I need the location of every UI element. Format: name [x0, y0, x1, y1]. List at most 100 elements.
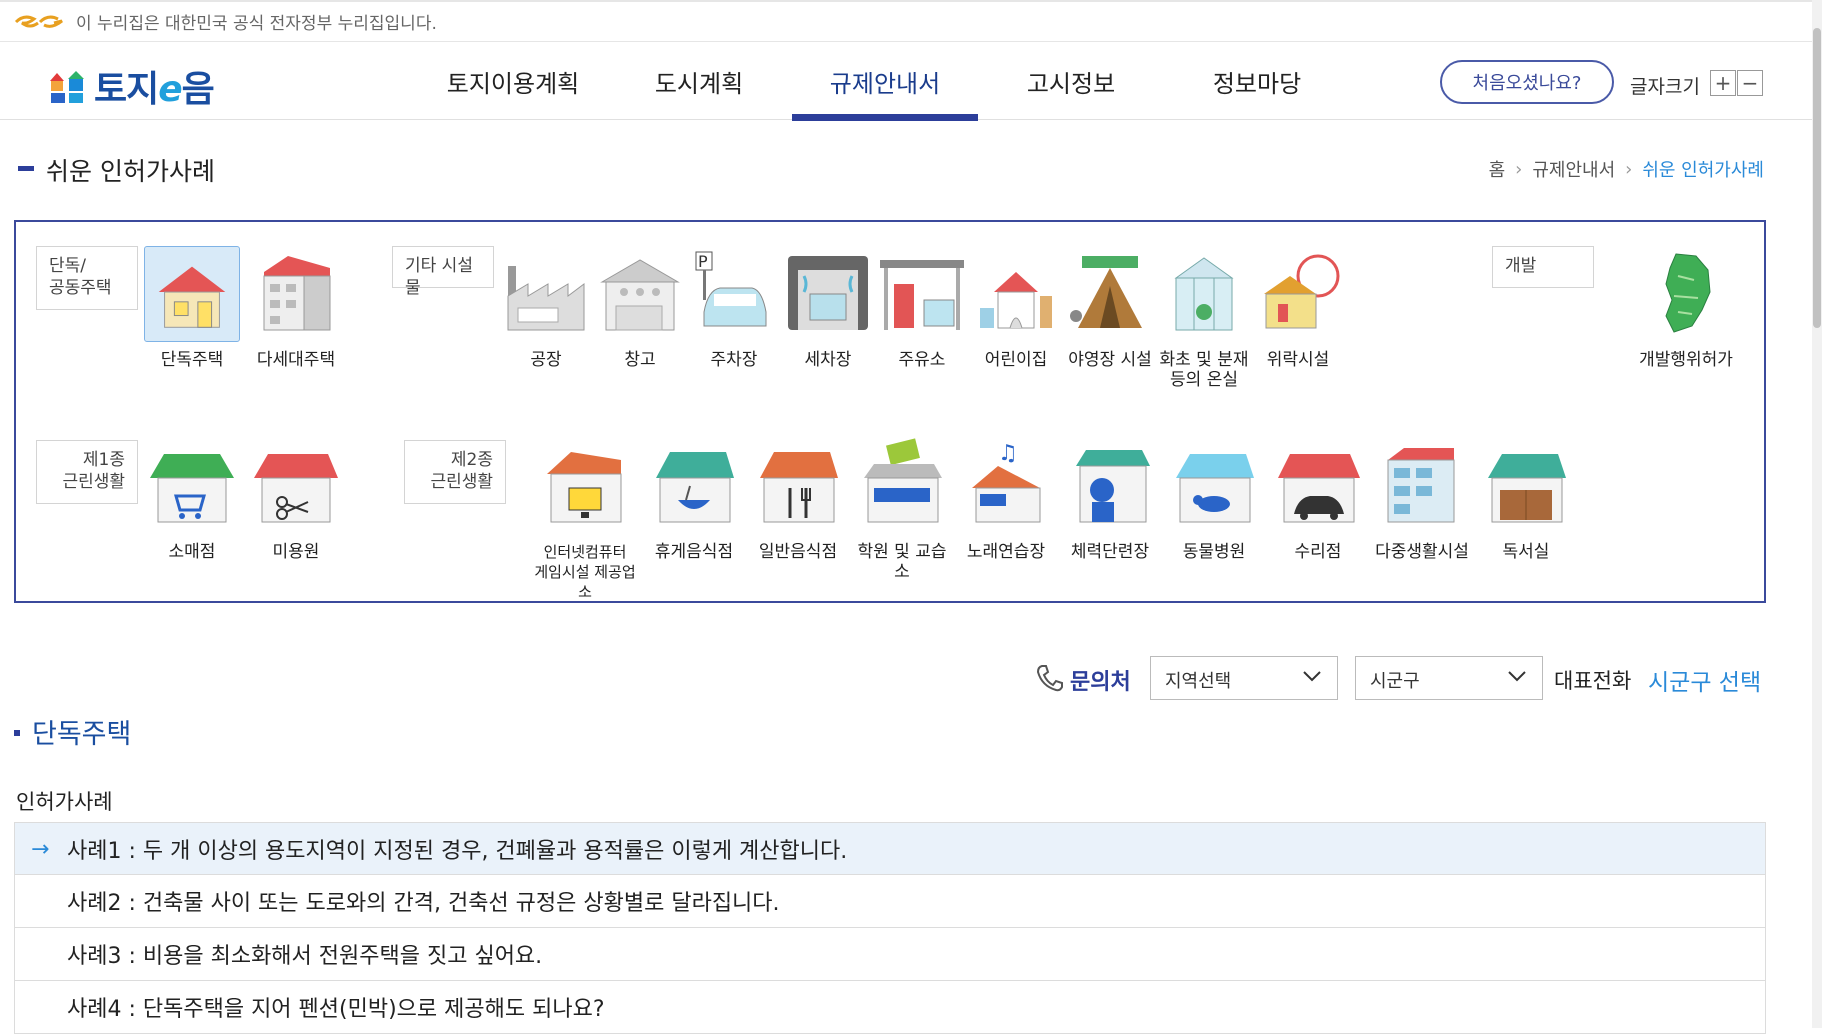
- item-academy[interactable]: 학원 및 교습소: [852, 438, 952, 582]
- item-daycare[interactable]: 어린이집: [966, 246, 1066, 370]
- case-item-1[interactable]: → 사례1 : 두 개 이상의 용도지역이 지정된 경우, 건폐율과 용적률은 이…: [14, 822, 1766, 875]
- item-entertainment[interactable]: 위락시설: [1248, 246, 1348, 370]
- item-reading-room[interactable]: 독서실: [1476, 438, 1576, 562]
- item-label: 공장: [530, 350, 562, 370]
- nav-info-square[interactable]: 정보마당: [1164, 42, 1350, 120]
- item-car-wash[interactable]: 세차장: [778, 246, 878, 370]
- reading-room-icon: [1488, 454, 1566, 523]
- page-title: 쉬운 인허가사례: [46, 157, 215, 186]
- main-nav: 토지이용계획 도시계획 규제안내서 고시정보 정보마당: [420, 42, 1350, 121]
- item-development-permit[interactable]: 개발행위허가: [1636, 246, 1736, 370]
- item-warehouse[interactable]: 창고: [590, 246, 690, 370]
- multi-living-icon: [1387, 448, 1455, 523]
- scrollbar-thumb[interactable]: [1813, 28, 1821, 328]
- item-campground[interactable]: 야영장 시설: [1060, 246, 1160, 370]
- korea-map-icon: [1665, 253, 1711, 333]
- site-logo[interactable]: 토지e음: [48, 60, 215, 112]
- first-visit-button[interactable]: 처음오셨나요?: [1440, 60, 1614, 104]
- item-label: 체력단련장: [1070, 542, 1150, 562]
- item-multi-family[interactable]: 다세대주택: [246, 246, 346, 370]
- case-item-4[interactable]: 사례4 : 단독주택을 지어 펜션(민박)으로 제공해도 되나요?: [14, 981, 1766, 1034]
- contact-label: 문의처: [1070, 670, 1131, 695]
- item-fitness-center[interactable]: 체력단련장: [1060, 438, 1160, 562]
- item-multi-living[interactable]: 다중생활시설: [1372, 438, 1472, 562]
- contact-row: 문의처 지역선택 시군구 대표전화 시군구 선택: [1028, 656, 1768, 700]
- logo-wordmark: 토지e음: [94, 69, 215, 110]
- breadcrumb-home[interactable]: 홈: [1489, 156, 1506, 182]
- item-label: 어린이집: [984, 350, 1048, 370]
- animal-hospital-icon: [1176, 454, 1254, 523]
- nav-regulation-guide[interactable]: 규제안내서: [792, 42, 978, 121]
- item-snack-restaurant[interactable]: 휴게음식점: [644, 438, 744, 562]
- nav-land-use-plan[interactable]: 토지이용계획: [420, 42, 606, 120]
- scrollbar[interactable]: [1812, 0, 1822, 1028]
- detached-house-icon: [144, 246, 240, 342]
- multi-family-icon: [263, 256, 331, 331]
- category-first-neighborhood-label: 제1종 근린생활: [36, 440, 138, 504]
- item-label: 화초 및 분재 등의 온실: [1159, 350, 1249, 390]
- item-label: 노래연습장: [966, 542, 1046, 562]
- district-select-value: 시군구: [1370, 671, 1420, 692]
- section-title: 단독주택: [14, 712, 131, 751]
- font-increase-button[interactable]: +: [1710, 70, 1736, 96]
- item-beauty-salon[interactable]: 미용원: [246, 438, 346, 562]
- breadcrumb-regulation[interactable]: 규제안내서: [1532, 156, 1615, 182]
- region-select[interactable]: 지역선택: [1150, 656, 1338, 700]
- page-title-row: 쉬운 인허가사례 홈 › 규제안내서 › 쉬운 인허가사례: [14, 150, 1764, 190]
- item-label: 세차장: [804, 350, 852, 370]
- logo-houses-icon: [50, 71, 84, 103]
- item-label: 인터넷컴퓨터 게임시설 제공업소: [534, 543, 636, 601]
- daycare-icon: [980, 272, 1052, 329]
- representative-phone-value: 시군구 선택: [1648, 670, 1762, 696]
- item-label: 미용원: [272, 542, 320, 562]
- item-label: 주차장: [710, 350, 758, 370]
- fitness-center-icon: [1076, 450, 1150, 523]
- case-text: 사례3 : 비용을 최소화해서 전원주택을 짓고 싶어요.: [67, 944, 543, 969]
- item-repair-shop[interactable]: 수리점: [1268, 438, 1368, 562]
- arrow-right-icon: →: [31, 837, 50, 862]
- representative-phone-label: 대표전화: [1554, 669, 1632, 693]
- general-restaurant-icon: [760, 452, 838, 523]
- section-marker: [14, 729, 20, 736]
- item-label: 다중생활시설: [1375, 542, 1469, 562]
- item-detached-house[interactable]: 단독주택: [142, 246, 242, 370]
- case-item-3[interactable]: 사례3 : 비용을 최소화해서 전원주택을 짓고 싶어요.: [14, 928, 1766, 981]
- item-animal-hospital[interactable]: 동물병원: [1164, 438, 1264, 562]
- item-parking[interactable]: P 주차장: [684, 246, 784, 370]
- eg-logo-icon: [14, 15, 63, 28]
- karaoke-icon: ♫: [972, 441, 1041, 523]
- district-select[interactable]: 시군구: [1355, 656, 1543, 700]
- font-decrease-button[interactable]: −: [1737, 70, 1763, 96]
- item-karaoke[interactable]: ♫ 노래연습장: [956, 438, 1056, 562]
- item-retail-store[interactable]: 소매점: [142, 438, 242, 562]
- item-greenhouse[interactable]: 화초 및 분재 등의 온실: [1154, 246, 1254, 390]
- item-gas-station[interactable]: 주유소: [872, 246, 972, 370]
- snack-restaurant-icon: [656, 452, 734, 523]
- item-label: 다세대주택: [256, 350, 336, 370]
- site-header: 토지e음 토지이용계획 도시계획 규제안내서 고시정보 정보마당 처음오셨나요?…: [0, 42, 1812, 121]
- svg-text:♫: ♫: [998, 441, 1018, 466]
- item-label: 개발행위허가: [1639, 350, 1733, 370]
- title-marker: [18, 166, 34, 171]
- nav-notice-info[interactable]: 고시정보: [978, 42, 1164, 120]
- item-general-restaurant[interactable]: 일반음식점: [748, 438, 848, 562]
- parking-icon: P: [695, 251, 767, 327]
- item-label: 단독주택: [160, 350, 224, 370]
- section-subtitle: 인허가사례: [16, 790, 113, 814]
- item-label: 수리점: [1294, 542, 1342, 562]
- campground-icon: [1070, 256, 1142, 328]
- item-label: 휴게음식점: [654, 542, 734, 562]
- case-text: 사례4 : 단독주택을 지어 펜션(민박)으로 제공해도 되나요?: [67, 997, 605, 1022]
- car-wash-icon: [788, 256, 868, 330]
- case-text: 사례2 : 건축물 사이 또는 도로와의 간격, 건축선 규정은 상황별로 달라…: [67, 891, 780, 916]
- chevron-down-icon: [1508, 671, 1526, 682]
- item-factory[interactable]: 공장: [496, 246, 596, 370]
- case-item-2[interactable]: 사례2 : 건축물 사이 또는 도로와의 간격, 건축선 규정은 상황별로 달라…: [14, 875, 1766, 928]
- font-size-label: 글자크기: [1630, 76, 1700, 98]
- breadcrumb-current[interactable]: 쉬운 인허가사례: [1642, 156, 1764, 182]
- academy-icon: [864, 438, 942, 523]
- item-pc-room[interactable]: 인터넷컴퓨터 게임시설 제공업소: [530, 438, 640, 602]
- nav-urban-plan[interactable]: 도시계획: [606, 42, 792, 120]
- region-select-value: 지역선택: [1165, 671, 1232, 692]
- chevron-down-icon: [1303, 671, 1321, 682]
